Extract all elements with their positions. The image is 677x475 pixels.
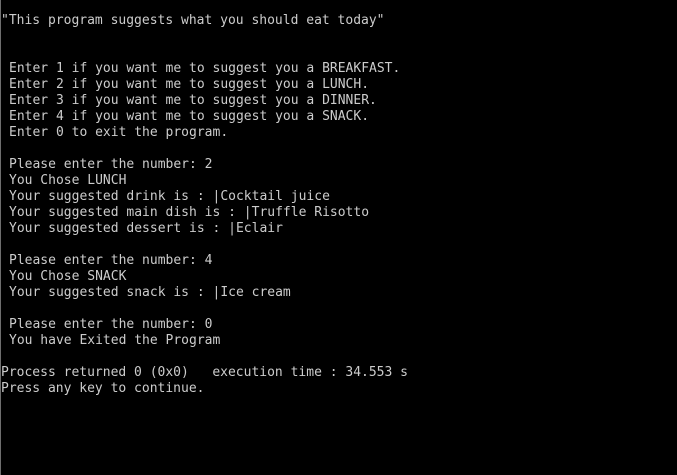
console-window[interactable]: "This program suggests what you should e… — [0, 0, 677, 475]
console-line: Please enter the number: 0 — [9, 317, 213, 332]
console-line: Your suggested snack is : |Ice cream — [9, 285, 291, 300]
console-line: You Chose SNACK — [9, 269, 127, 284]
console-line: Please enter the number: 4 — [9, 253, 213, 268]
console-line: Enter 3 if you want me to suggest you a … — [9, 93, 377, 108]
console-line: You have Exited the Program — [9, 333, 221, 348]
console-line: Enter 4 if you want me to suggest you a … — [9, 109, 370, 124]
console-line: Your suggested dessert is : |Eclair — [9, 221, 283, 236]
console-line: Your suggested main dish is : |Truffle R… — [9, 205, 370, 220]
console-line: Press any key to continue. — [1, 381, 205, 396]
console-line: Enter 1 if you want me to suggest you a … — [9, 61, 401, 76]
console-output: "This program suggests what you should e… — [1, 13, 677, 397]
console-line: You Chose LUNCH — [9, 173, 127, 188]
console-line: "This program suggests what you should e… — [1, 13, 385, 28]
console-line: Your suggested drink is : |Cocktail juic… — [9, 189, 330, 204]
console-line: Process returned 0 (0x0) execution time … — [1, 365, 408, 380]
console-line: Enter 0 to exit the program. — [9, 125, 229, 140]
console-line: Enter 2 if you want me to suggest you a … — [9, 77, 370, 92]
console-line: Please enter the number: 2 — [9, 157, 213, 172]
